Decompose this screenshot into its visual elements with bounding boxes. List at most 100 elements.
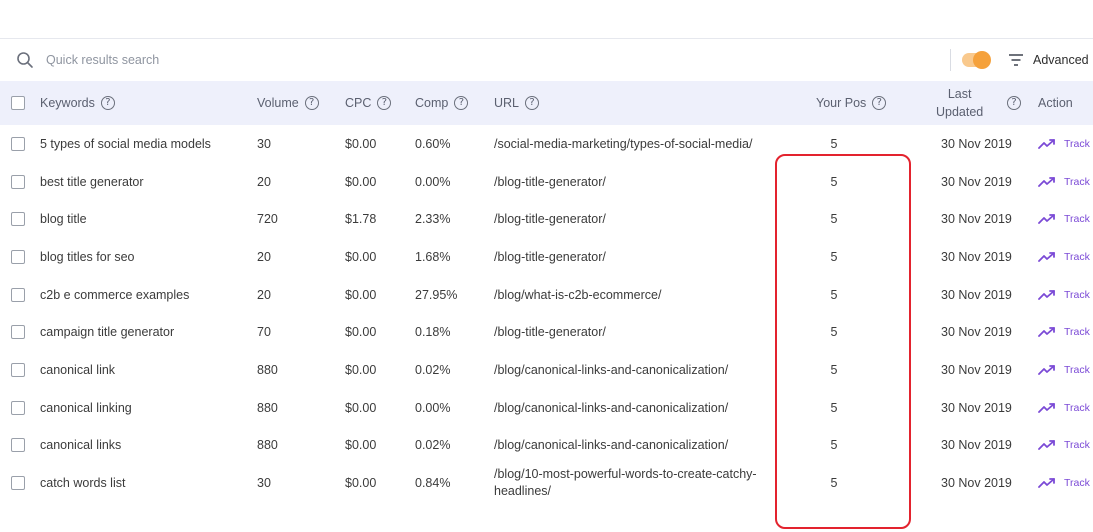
url-link[interactable]: /blog-title-generator/ <box>494 212 606 226</box>
track-button[interactable]: Track <box>1038 314 1090 352</box>
col-keywords-label: Keywords <box>40 96 95 110</box>
help-icon[interactable]: ? <box>304 96 319 110</box>
row-checkbox[interactable] <box>11 325 25 340</box>
row-checkbox[interactable] <box>11 476 25 491</box>
table-row[interactable]: 5 types of social media models 30 $0.00 … <box>0 125 1093 163</box>
advanced-button[interactable]: Advanced <box>1033 53 1089 67</box>
search-input[interactable] <box>40 48 460 72</box>
comp-cell: 0.18% <box>415 325 451 340</box>
url-link[interactable]: /blog-title-generator/ <box>494 250 606 264</box>
col-your-pos[interactable]: Your Pos ? <box>816 81 887 125</box>
comp-cell: 0.00% <box>415 174 451 189</box>
row-checkbox[interactable] <box>11 212 25 227</box>
trending-up-icon <box>1038 327 1055 338</box>
keyword-cell: blog titles for seo <box>40 249 135 264</box>
row-checkbox[interactable] <box>11 287 25 302</box>
row-checkbox[interactable] <box>11 136 25 151</box>
table-row[interactable]: blog title 720 $1.78 2.33% /blog-title-g… <box>0 200 1093 238</box>
row-checkbox[interactable] <box>11 438 25 453</box>
url-cell: /blog-title-generator/ <box>494 238 606 276</box>
help-icon[interactable]: ? <box>525 96 540 110</box>
row-select-cell <box>11 427 25 465</box>
url-link[interactable]: /blog/10-most-powerful-words-to-create-c… <box>494 466 779 500</box>
row-select-cell <box>11 389 25 427</box>
track-button[interactable]: Track <box>1038 276 1090 314</box>
trending-up-icon <box>1038 252 1055 262</box>
comp-cell: 0.02% <box>415 438 451 453</box>
col-comp[interactable]: Comp ? <box>415 81 469 125</box>
view-toggle[interactable] <box>962 51 991 69</box>
volume-cell: 30 <box>257 476 271 491</box>
help-icon[interactable]: ? <box>872 96 887 110</box>
table-row[interactable]: c2b e commerce examples 20 $0.00 27.95% … <box>0 276 1093 314</box>
url-link[interactable]: /blog/canonical-links-and-canonicalizati… <box>494 401 728 415</box>
col-updated-label: Updated <box>936 105 984 119</box>
cpc-cell: $0.00 <box>345 249 377 264</box>
row-select-cell <box>11 163 25 201</box>
trending-up-icon <box>1038 214 1055 225</box>
track-button[interactable]: Track <box>1038 389 1090 427</box>
track-button[interactable]: Track <box>1038 125 1090 163</box>
last-updated-cell: 30 Nov 2019 <box>941 287 1012 302</box>
help-icon[interactable]: ? <box>454 96 469 110</box>
url-cell: /blog/canonical-links-and-canonicalizati… <box>494 427 728 465</box>
search-icon <box>17 52 33 68</box>
col-volume[interactable]: Volume ? <box>257 81 319 125</box>
url-link[interactable]: /blog/canonical-links-and-canonicalizati… <box>494 438 728 452</box>
trending-up-icon <box>1038 176 1055 187</box>
col-keywords[interactable]: Keywords ? <box>40 81 115 125</box>
trending-up-icon <box>1038 402 1055 413</box>
track-button[interactable]: Track <box>1038 427 1090 465</box>
help-icon[interactable]: ? <box>1007 96 1021 110</box>
table-row[interactable]: canonical linking 880 $0.00 0.00% /blog/… <box>0 389 1093 427</box>
row-select-cell <box>11 276 25 314</box>
comp-cell: 27.95% <box>415 287 458 302</box>
track-button[interactable]: Track <box>1038 200 1090 238</box>
col-cpc-label: CPC <box>345 96 372 110</box>
comp-cell: 0.84% <box>415 476 451 491</box>
url-cell: /blog-title-generator/ <box>494 200 606 238</box>
col-last-updated[interactable]: Last Updated <box>936 81 983 125</box>
url-link[interactable]: /social-media-marketing/types-of-social-… <box>494 137 752 151</box>
volume-cell: 20 <box>257 249 271 264</box>
track-button[interactable]: Track <box>1038 351 1090 389</box>
row-checkbox[interactable] <box>11 400 25 415</box>
help-icon[interactable]: ? <box>377 96 392 110</box>
row-select-cell <box>11 125 25 163</box>
col-cpc[interactable]: CPC ? <box>345 81 392 125</box>
url-link[interactable]: /blog/what-is-c2b-ecommerce/ <box>494 288 661 302</box>
col-url-label: URL <box>494 96 520 110</box>
track-button[interactable]: Track <box>1038 163 1090 201</box>
track-button[interactable]: Track <box>1038 464 1090 502</box>
row-select-cell <box>11 238 25 276</box>
track-button[interactable]: Track <box>1038 238 1090 276</box>
table-row[interactable]: best title generator 20 $0.00 0.00% /blo… <box>0 163 1093 201</box>
cpc-cell: $0.00 <box>345 325 377 340</box>
url-link[interactable]: /blog/canonical-links-and-canonicalizati… <box>494 363 728 377</box>
last-updated-cell: 30 Nov 2019 <box>941 325 1012 340</box>
url-cell: /blog/10-most-powerful-words-to-create-c… <box>494 464 779 502</box>
toggle-knob[interactable] <box>973 51 991 69</box>
table-row[interactable]: catch words list 30 $0.00 0.84% /blog/10… <box>0 464 1093 502</box>
table-row[interactable]: canonical link 880 $0.00 0.02% /blog/can… <box>0 351 1093 389</box>
keyword-cell: campaign title generator <box>40 325 175 340</box>
table-row[interactable]: campaign title generator 70 $0.00 0.18% … <box>0 314 1093 352</box>
cpc-cell: $0.00 <box>345 476 377 491</box>
row-checkbox[interactable] <box>11 249 25 264</box>
track-label: Track <box>1064 288 1090 301</box>
help-icon[interactable]: ? <box>100 96 115 110</box>
filter-icon[interactable] <box>1008 53 1024 67</box>
volume-cell: 20 <box>257 287 271 302</box>
url-cell: /blog/what-is-c2b-ecommerce/ <box>494 276 661 314</box>
select-all-checkbox[interactable] <box>11 96 25 110</box>
comp-cell: 0.02% <box>415 363 451 378</box>
url-link[interactable]: /blog-title-generator/ <box>494 325 606 339</box>
url-link[interactable]: /blog-title-generator/ <box>494 175 606 189</box>
table-row[interactable]: blog titles for seo 20 $0.00 1.68% /blog… <box>0 238 1093 276</box>
table-row[interactable]: canonical links 880 $0.00 0.02% /blog/ca… <box>0 427 1093 465</box>
row-checkbox[interactable] <box>11 174 25 189</box>
row-checkbox[interactable] <box>11 363 25 378</box>
trending-up-icon <box>1038 478 1055 489</box>
your-pos-highlight-box <box>775 154 911 529</box>
col-url[interactable]: URL ? <box>494 81 540 125</box>
